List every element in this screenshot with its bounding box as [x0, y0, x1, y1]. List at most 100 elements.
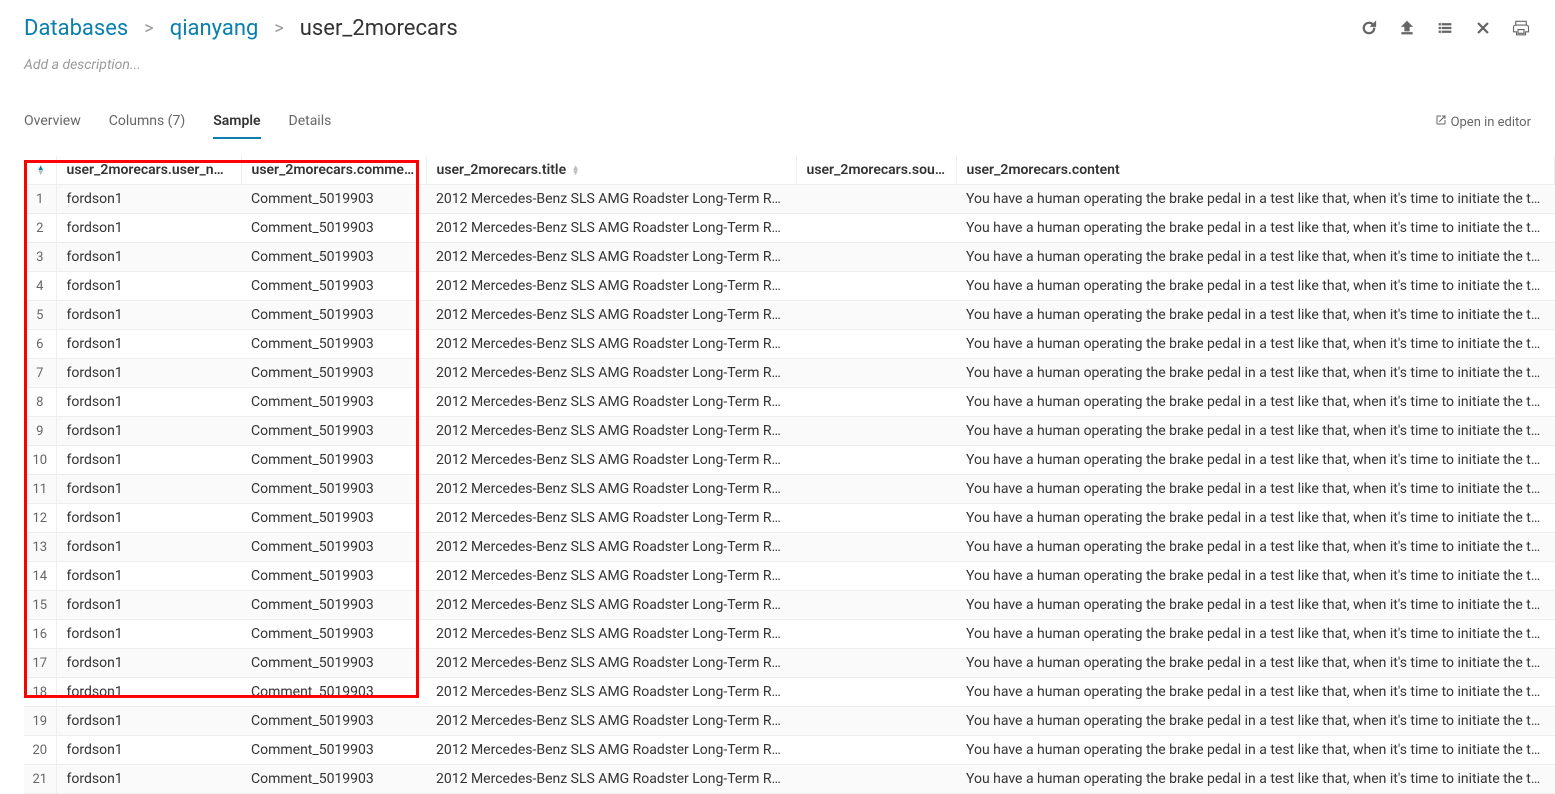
cell-content: You have a human operating the brake ped… — [956, 330, 1555, 359]
breadcrumb-database[interactable]: qianyang — [170, 16, 259, 41]
table-row[interactable]: 14fordson1Comment_50199032012 Mercedes-B… — [24, 562, 1555, 591]
list-icon[interactable] — [1435, 18, 1455, 38]
table-row[interactable]: 16fordson1Comment_50199032012 Mercedes-B… — [24, 620, 1555, 649]
tab-sample[interactable]: Sample — [213, 105, 260, 139]
description-input[interactable]: Add a description... — [24, 57, 1531, 73]
column-row-number[interactable]: ▲▼ — [24, 156, 56, 185]
cell-row-number: 13 — [24, 533, 56, 562]
refresh-icon[interactable] — [1359, 18, 1379, 38]
cell-row-number: 10 — [24, 446, 56, 475]
cell-source — [796, 475, 956, 504]
cell-title: 2012 Mercedes-Benz SLS AMG Roadster Long… — [426, 243, 796, 272]
table-row[interactable]: 19fordson1Comment_50199032012 Mercedes-B… — [24, 707, 1555, 736]
table-row[interactable]: 18fordson1Comment_50199032012 Mercedes-B… — [24, 678, 1555, 707]
column-title[interactable]: user_2morecars.title ▲▼ — [426, 156, 796, 185]
open-in-editor-label: Open in editor — [1451, 115, 1531, 130]
cell-title: 2012 Mercedes-Benz SLS AMG Roadster Long… — [426, 214, 796, 243]
table-row[interactable]: 7fordson1Comment_50199032012 Mercedes-Be… — [24, 359, 1555, 388]
table-row[interactable]: 9fordson1Comment_50199032012 Mercedes-Be… — [24, 417, 1555, 446]
cell-content: You have a human operating the brake ped… — [956, 185, 1555, 214]
table-row[interactable]: 15fordson1Comment_50199032012 Mercedes-B… — [24, 591, 1555, 620]
cell-content: You have a human operating the brake ped… — [956, 504, 1555, 533]
print-icon[interactable] — [1511, 18, 1531, 38]
cell-row-number: 3 — [24, 243, 56, 272]
cell-title: 2012 Mercedes-Benz SLS AMG Roadster Long… — [426, 504, 796, 533]
cell-content: You have a human operating the brake ped… — [956, 388, 1555, 417]
tab-details[interactable]: Details — [289, 105, 332, 139]
table-row[interactable]: 8fordson1Comment_50199032012 Mercedes-Be… — [24, 388, 1555, 417]
cell-row-number: 14 — [24, 562, 56, 591]
cell-source — [796, 214, 956, 243]
tabs: Overview Columns (7) Sample Details — [24, 105, 331, 139]
cell-title: 2012 Mercedes-Benz SLS AMG Roadster Long… — [426, 475, 796, 504]
cell-source — [796, 330, 956, 359]
cell-source — [796, 185, 956, 214]
cell-title: 2012 Mercedes-Benz SLS AMG Roadster Long… — [426, 330, 796, 359]
cell-commentid: Comment_5019903 — [241, 620, 426, 649]
table-row[interactable]: 2fordson1Comment_50199032012 Mercedes-Be… — [24, 214, 1555, 243]
sort-icon: ▲▼ — [572, 165, 580, 175]
cell-user-name: fordson1 — [56, 678, 241, 707]
table-row[interactable]: 5fordson1Comment_50199032012 Mercedes-Be… — [24, 301, 1555, 330]
cell-user-name: fordson1 — [56, 359, 241, 388]
cell-title: 2012 Mercedes-Benz SLS AMG Roadster Long… — [426, 272, 796, 301]
table-row[interactable]: 12fordson1Comment_50199032012 Mercedes-B… — [24, 504, 1555, 533]
cell-user-name: fordson1 — [56, 185, 241, 214]
cell-content: You have a human operating the brake ped… — [956, 446, 1555, 475]
cell-row-number: 20 — [24, 736, 56, 765]
cell-row-number: 21 — [24, 765, 56, 794]
table-row[interactable]: 4fordson1Comment_50199032012 Mercedes-Be… — [24, 272, 1555, 301]
tab-overview[interactable]: Overview — [24, 105, 81, 139]
cell-source — [796, 736, 956, 765]
cell-row-number: 1 — [24, 185, 56, 214]
cell-user-name: fordson1 — [56, 330, 241, 359]
cell-content: You have a human operating the brake ped… — [956, 707, 1555, 736]
cell-source — [796, 446, 956, 475]
cell-title: 2012 Mercedes-Benz SLS AMG Roadster Long… — [426, 185, 796, 214]
cell-title: 2012 Mercedes-Benz SLS AMG Roadster Long… — [426, 533, 796, 562]
cell-content: You have a human operating the brake ped… — [956, 359, 1555, 388]
cell-title: 2012 Mercedes-Benz SLS AMG Roadster Long… — [426, 562, 796, 591]
cell-source — [796, 620, 956, 649]
table-row[interactable]: 3fordson1Comment_50199032012 Mercedes-Be… — [24, 243, 1555, 272]
table-row[interactable]: 17fordson1Comment_50199032012 Mercedes-B… — [24, 649, 1555, 678]
sample-table: ▲▼ user_2morecars.user_name ▲▼ user_2mor… — [24, 156, 1555, 794]
cell-source — [796, 649, 956, 678]
cell-commentid: Comment_5019903 — [241, 359, 426, 388]
cell-content: You have a human operating the brake ped… — [956, 272, 1555, 301]
toolbar — [1359, 18, 1531, 38]
table-row[interactable]: 21fordson1Comment_50199032012 Mercedes-B… — [24, 765, 1555, 794]
cell-title: 2012 Mercedes-Benz SLS AMG Roadster Long… — [426, 388, 796, 417]
cell-commentid: Comment_5019903 — [241, 736, 426, 765]
column-user-name[interactable]: user_2morecars.user_name ▲▼ — [56, 156, 241, 185]
table-row[interactable]: 20fordson1Comment_50199032012 Mercedes-B… — [24, 736, 1555, 765]
open-in-editor-link[interactable]: Open in editor — [1435, 114, 1531, 130]
cell-row-number: 11 — [24, 475, 56, 504]
column-source[interactable]: user_2morecars.source ▲▼ — [796, 156, 956, 185]
cell-row-number: 17 — [24, 649, 56, 678]
cell-commentid: Comment_5019903 — [241, 214, 426, 243]
column-commentid[interactable]: user_2morecars.commentid — [241, 156, 426, 185]
table-row[interactable]: 1fordson1Comment_50199032012 Mercedes-Be… — [24, 185, 1555, 214]
upload-icon[interactable] — [1397, 18, 1417, 38]
close-icon[interactable] — [1473, 18, 1493, 38]
cell-row-number: 2 — [24, 214, 56, 243]
cell-user-name: fordson1 — [56, 272, 241, 301]
table-row[interactable]: 11fordson1Comment_50199032012 Mercedes-B… — [24, 475, 1555, 504]
cell-commentid: Comment_5019903 — [241, 533, 426, 562]
cell-user-name: fordson1 — [56, 591, 241, 620]
cell-content: You have a human operating the brake ped… — [956, 533, 1555, 562]
cell-user-name: fordson1 — [56, 417, 241, 446]
table-row[interactable]: 13fordson1Comment_50199032012 Mercedes-B… — [24, 533, 1555, 562]
cell-title: 2012 Mercedes-Benz SLS AMG Roadster Long… — [426, 301, 796, 330]
tab-columns[interactable]: Columns (7) — [109, 105, 185, 139]
breadcrumb-root[interactable]: Databases — [24, 16, 128, 41]
cell-user-name: fordson1 — [56, 504, 241, 533]
chevron-right-icon: > — [274, 18, 283, 39]
table-row[interactable]: 6fordson1Comment_50199032012 Mercedes-Be… — [24, 330, 1555, 359]
table-row[interactable]: 10fordson1Comment_50199032012 Mercedes-B… — [24, 446, 1555, 475]
column-content[interactable]: user_2morecars.content — [956, 156, 1555, 185]
cell-title: 2012 Mercedes-Benz SLS AMG Roadster Long… — [426, 620, 796, 649]
cell-user-name: fordson1 — [56, 620, 241, 649]
cell-source — [796, 301, 956, 330]
